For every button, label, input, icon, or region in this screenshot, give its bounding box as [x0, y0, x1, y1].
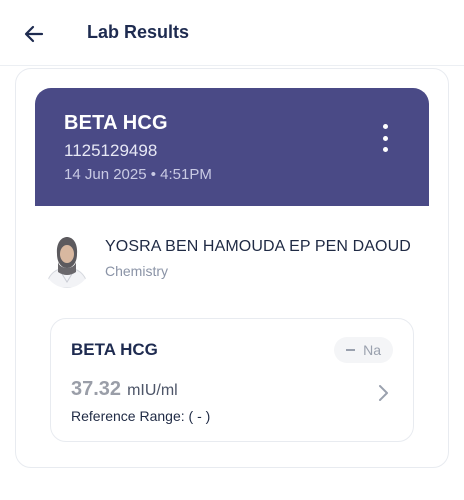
result-item[interactable]: BETA HCG Na 37.32 mIU/ml Reference Range… [50, 318, 414, 442]
test-name: BETA HCG [64, 112, 168, 134]
page-title: Lab Results [87, 22, 190, 42]
back-button[interactable] [20, 20, 48, 48]
more-vertical-icon[interactable] [375, 124, 395, 152]
doctor-name: YOSRA BEN HAMOUDA EP PEN DAOUD [105, 238, 411, 255]
result-unit: mIU/ml [127, 382, 178, 399]
test-banner: BETA HCG 1125129498 14 Jun 2025 • 4:51PM [35, 88, 429, 206]
chevron-right-icon[interactable] [375, 383, 391, 403]
status-text: Na [363, 342, 381, 358]
result-value-row: 37.32 mIU/ml [71, 378, 178, 401]
doctor-specialty: Chemistry [105, 263, 169, 279]
reference-range: Reference Range: ( - ) [71, 408, 211, 424]
avatar [42, 232, 92, 288]
dash-icon [346, 349, 356, 351]
test-datetime: 14 Jun 2025 • 4:51PM [64, 166, 212, 183]
doctor-info: YOSRA BEN HAMOUDA EP PEN DAOUD Chemistry [42, 232, 442, 292]
result-value: 37.32 [71, 378, 122, 400]
arrow-left-icon [24, 25, 44, 43]
status-badge: Na [334, 337, 393, 363]
test-id: 1125129498 [64, 141, 158, 160]
result-name: BETA HCG [71, 340, 158, 359]
app-bar: Lab Results [0, 0, 464, 66]
